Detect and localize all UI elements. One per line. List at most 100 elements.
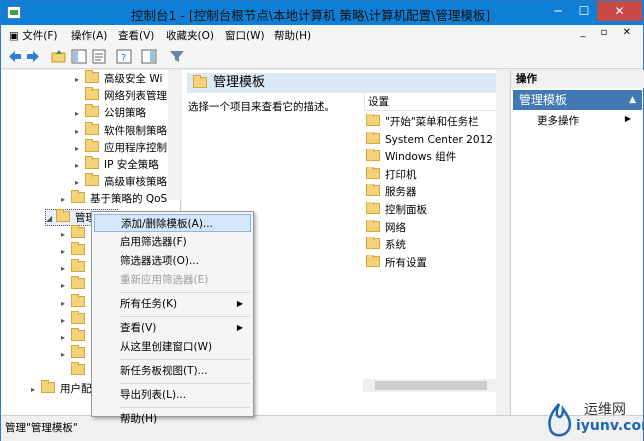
tree-item[interactable]: ▸ 基于策略的 QoS [61,190,167,208]
expand-arrow-icon[interactable]: ▸ [75,174,85,191]
list-item[interactable]: 控制面板 [366,202,506,219]
window-title: 控制台1 - [控制台根节点\本地计算机 策略\计算机配置\管理模板] [131,8,491,23]
details-scrollbar[interactable] [496,70,509,415]
tree-item[interactable]: ▸ 用户配 [31,379,92,398]
context-menu-item[interactable]: 新任务板视图(T)... [94,362,251,380]
close-icon[interactable]: ✕ [597,1,642,21]
context-menu-item[interactable]: 启用筛选器(F) [94,233,251,251]
menu-action[interactable]: 操作(A) [71,28,107,43]
list-item-label: 系统 [385,239,406,252]
context-menu-label: 帮助(H) [120,413,158,425]
tree-item[interactable]: ▸ [61,345,90,363]
list-item[interactable]: 网络 [366,219,506,237]
expand-arrow-icon[interactable]: ▸ [61,243,71,260]
folder-icon [85,87,99,101]
menu-separator [120,359,250,360]
folder-icon [71,293,85,307]
filter-icon[interactable] [169,49,185,64]
expand-arrow-icon[interactable]: ▸ [61,277,71,294]
list-item-label: 控制面板 [385,204,427,216]
menu-help[interactable]: 帮助(H) [274,28,311,43]
expand-arrow-icon[interactable]: ▸ [61,295,71,312]
tree-item[interactable]: ▸ [61,310,90,329]
actions-section-admin-templates[interactable]: 管理模板 ▲ [513,90,642,110]
list-item[interactable]: "开始"菜单和任务栏 [366,114,506,131]
menu-file[interactable]: ▣ 文件(F) [9,28,58,43]
menu-separator [120,407,250,408]
tree-item[interactable]: ▸ [61,276,90,294]
expand-arrow-icon[interactable]: ▸ [61,329,71,346]
status-text: 管理"管理模板" [5,422,78,434]
list-item-label: 打印机 [385,168,417,181]
list-item[interactable]: 打印机 [366,166,506,184]
maximize-icon[interactable]: ☐ [571,1,597,21]
column-header-settings[interactable]: 设置 [364,94,504,111]
expand-arrow-icon[interactable]: ▸ [61,191,71,208]
tree-item[interactable]: ▸ [61,259,90,277]
tree-item[interactable]: ▸ IP 安全策略 [75,156,159,174]
expand-arrow-icon[interactable]: ▸ [75,105,85,122]
context-menu-item[interactable]: 导出列表(L)... [94,386,251,404]
list-item[interactable]: System Center 2012 - Op [366,131,506,149]
expand-arrow-icon[interactable]: ▸ [75,71,85,88]
folder-icon [366,166,380,179]
list-item[interactable]: 所有设置 [366,254,506,272]
expand-arrow-icon[interactable]: ▸ [61,226,71,243]
expand-arrow-icon[interactable]: ▸ [75,157,85,174]
folder-icon [85,173,99,187]
help-icon[interactable]: ? [116,49,132,64]
show-action-pane-icon[interactable] [141,49,157,64]
tree-item-label: IP 安全策略 [104,159,159,171]
scroll-thumb[interactable] [375,381,487,390]
details-header-title: 管理模板 [213,75,266,90]
list-item[interactable]: 系统 [366,237,506,254]
tree-item[interactable]: ▸ [61,328,90,346]
title-bar[interactable]: 控制台1 - [控制台根节点\本地计算机 策略\计算机配置\管理模板] ─ ☐ … [1,1,643,25]
context-menu-item[interactable]: 帮助(H) [94,410,251,428]
context-menu-item[interactable]: 添加/删除模板(A)... [94,214,251,232]
collapse-arrow-icon[interactable]: ▲ [629,90,636,110]
context-menu-item[interactable]: 查看(V) ▶ [94,319,251,337]
tree-item[interactable]: ▸ 高级审核策略 [75,173,167,191]
expand-arrow-icon[interactable]: ◢ [46,210,56,227]
tree-item[interactable]: ▸ [61,293,90,312]
tree-item[interactable] [61,362,90,380]
expand-arrow-icon[interactable]: ▸ [61,260,71,277]
properties-icon[interactable] [91,49,107,64]
description-text: 选择一个项目来查看它的描述。 [188,101,335,113]
tree-item[interactable]: ▸ [61,224,90,243]
expand-arrow-icon[interactable]: ▸ [61,312,71,329]
forward-arrow-icon[interactable] [25,49,41,64]
actions-pane: 操作 管理模板 ▲ 更多操作 ▶ [510,70,644,415]
tree-item[interactable]: ▸ [61,242,90,260]
up-folder-icon[interactable] [51,49,67,64]
tree-item[interactable]: ▸ 高级安全 Wi [75,70,162,88]
list-item[interactable]: Windows 组件 [366,149,506,166]
tree-item[interactable]: 网络列表管理 [75,87,167,105]
tree-item[interactable]: ▸ 软件限制策略 [75,121,167,140]
expand-arrow-icon[interactable]: ▸ [75,140,85,157]
expand-arrow-icon[interactable]: ▸ [61,346,71,363]
list-item[interactable]: 服务器 [366,184,506,201]
folder-icon [71,362,85,376]
context-menu-item[interactable]: 筛选器选项(O)... [94,252,251,270]
expand-arrow-icon[interactable]: ▸ [75,123,85,140]
context-menu-label: 添加/删除模板(A)... [121,218,213,230]
list-horizontal-scrollbar[interactable] [363,379,508,392]
back-arrow-icon[interactable] [7,49,23,64]
minimize-icon[interactable]: ─ [545,1,571,21]
mdi-window-controls[interactable]: _ ▫ ✕ [580,27,637,38]
menu-window[interactable]: 窗口(W) [225,28,265,43]
tree-item[interactable]: ▸ 应用程序控制 [75,138,167,157]
menu-favorites[interactable]: 收藏夹(O) [166,28,214,43]
context-menu-label: 导出列表(L)... [120,389,187,401]
expand-arrow-icon[interactable]: ▸ [31,381,41,398]
show-hide-tree-icon[interactable] [71,49,87,64]
context-menu-item[interactable]: 从这里创建窗口(W) [94,338,251,356]
more-actions-label: 更多操作 [537,115,579,127]
context-menu-item[interactable]: 所有任务(K) ▶ [94,295,251,313]
tree-item[interactable]: ▸ 公钥策略 [75,104,146,122]
menu-view[interactable]: 查看(V) [118,28,154,43]
tree-scrollbar[interactable] [168,70,181,200]
more-actions-item[interactable]: 更多操作 [537,113,579,128]
